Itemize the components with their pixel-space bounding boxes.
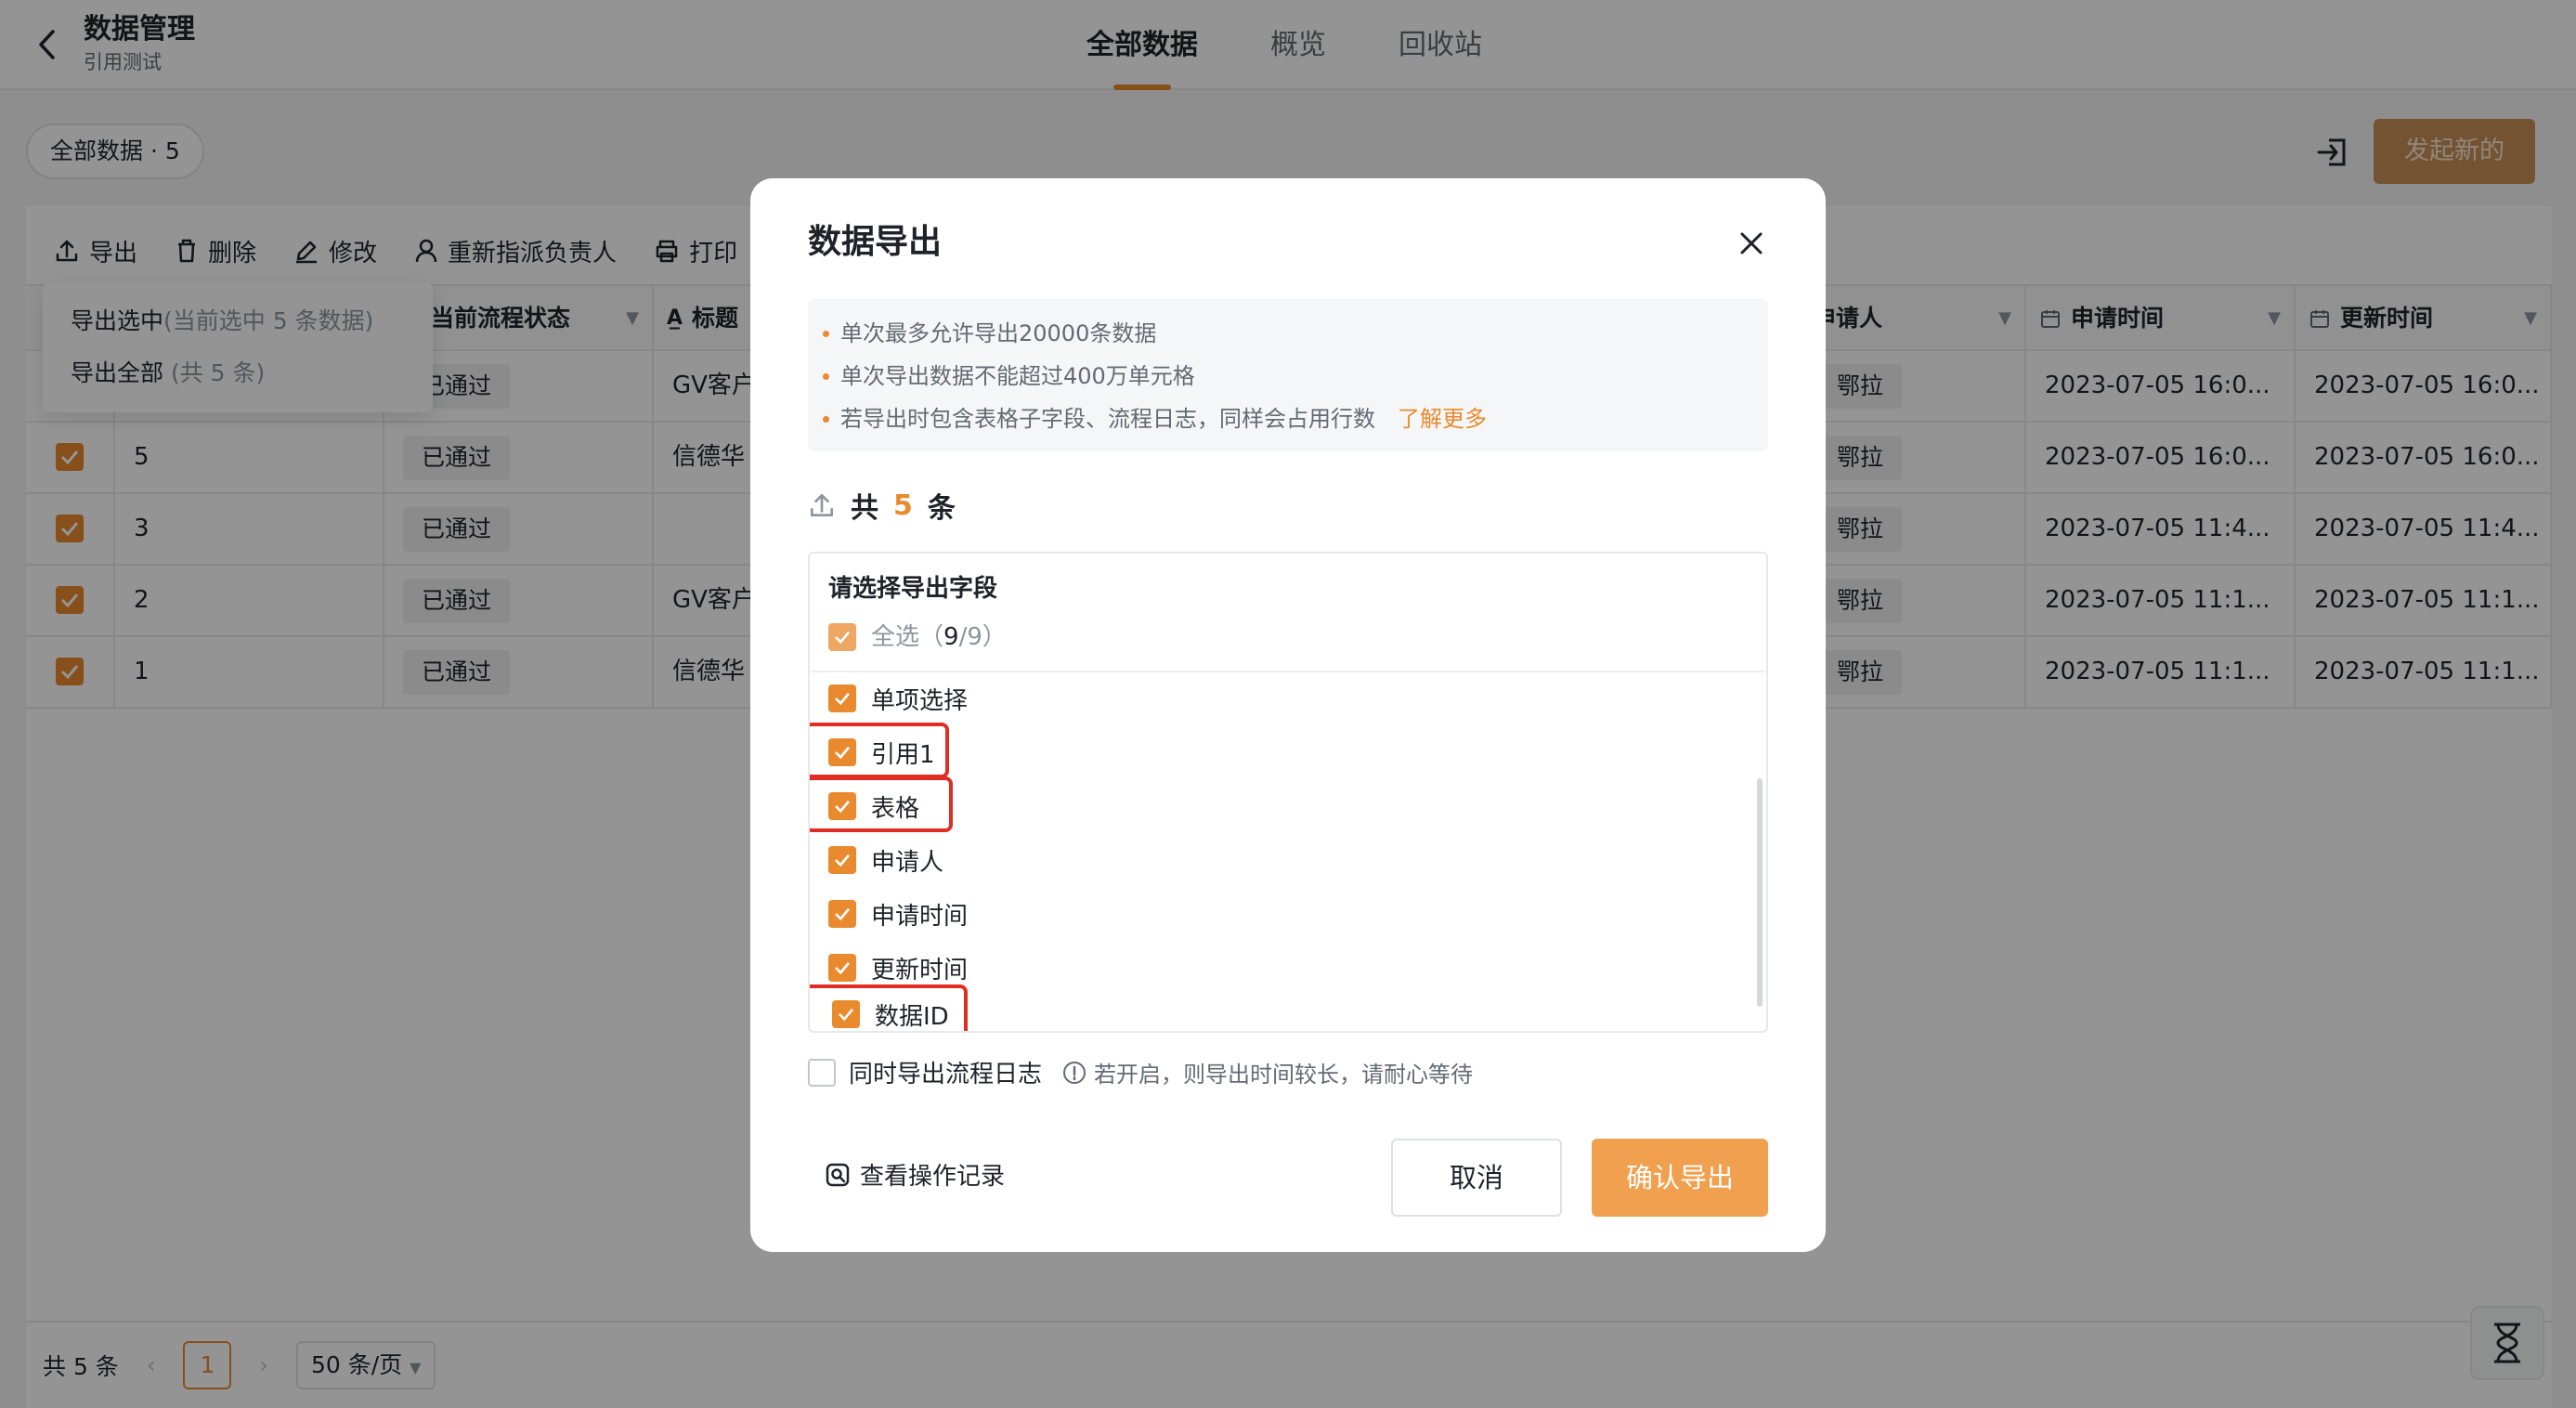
notice-line: 单次最多允许导出20000条数据 [823, 312, 1753, 355]
notice-text: 单次导出数据不能超过400万单元格 [840, 363, 1195, 389]
confirm-export-button[interactable]: 确认导出 [1592, 1139, 1768, 1217]
notice-line: 单次导出数据不能超过400万单元格 [823, 355, 1753, 398]
export-notice: 单次最多允许导出20000条数据 单次导出数据不能超过400万单元格 若导出时包… [808, 299, 1768, 451]
info-icon [1063, 1061, 1086, 1084]
highlight-box [810, 984, 968, 1031]
view-history-label: 查看操作记录 [860, 1163, 1006, 1191]
field-list[interactable]: 单项选择 引用1 表格 申请人 申请时间 更新时间 数据ID [810, 672, 1766, 1031]
select-all-checkbox[interactable]: 全选（9/9） [828, 619, 1007, 656]
field-item[interactable]: 更新时间 [828, 947, 968, 988]
field-checkbox[interactable] [828, 684, 856, 712]
close-button[interactable] [1735, 227, 1768, 260]
field-label: 申请时间 [871, 902, 969, 931]
export-log-label: 同时导出流程日志 [849, 1061, 1043, 1089]
highlight-box [810, 776, 953, 832]
bullet-dot [823, 330, 829, 337]
count-prefix: 共 [851, 492, 878, 525]
check-icon [835, 631, 851, 644]
export-log-checkbox[interactable] [808, 1058, 836, 1087]
count-suffix: 条 [927, 492, 956, 525]
field-item[interactable]: 申请人 [828, 840, 943, 880]
select-all-total: /9） [958, 623, 1007, 651]
field-section-title: 请选择导出字段 [828, 575, 998, 603]
notice-line: 若导出时包含表格子字段、流程日志，同样会占用行数 了解更多 [823, 398, 1753, 440]
export-dialog: 数据导出 单次最多允许导出20000条数据 单次导出数据不能超过400万单元格 … [750, 178, 1826, 1252]
bullet-dot [823, 372, 829, 380]
field-checkbox[interactable] [828, 846, 856, 874]
field-list-scrollbar[interactable] [1757, 778, 1763, 1007]
export-log-hint-text: 若开启，则导出时间较长，请耐心等待 [1094, 1062, 1474, 1088]
view-history-link[interactable]: 查看操作记录 [825, 1157, 1005, 1192]
learn-more-link[interactable]: 了解更多 [1398, 398, 1487, 440]
dialog-title: 数据导出 [808, 223, 943, 261]
bullet-dot [823, 415, 829, 423]
field-selector-header: 请选择导出字段 全选（9/9） [810, 554, 1766, 672]
check-icon [835, 854, 851, 867]
close-icon [1740, 232, 1763, 254]
export-log-option[interactable]: 同时导出流程日志 若开启，则导出时间较长，请耐心等待 [808, 1055, 1473, 1089]
export-log-hint: 若开启，则导出时间较长，请耐心等待 [1062, 1056, 1473, 1089]
field-item[interactable]: 单项选择 [828, 678, 968, 719]
upload-icon [810, 493, 834, 517]
highlight-box [810, 723, 949, 778]
select-all-label: 全选（ [871, 623, 944, 651]
field-label: 更新时间 [871, 956, 969, 984]
select-all-count: 9 [943, 623, 959, 651]
check-icon [835, 907, 851, 920]
search-record-icon [826, 1163, 850, 1186]
field-checkbox[interactable] [828, 900, 856, 928]
notice-text: 单次最多允许导出20000条数据 [840, 320, 1157, 346]
notice-text: 若导出时包含表格子字段、流程日志，同样会占用行数 [840, 406, 1375, 432]
export-count: 共 5 条 [808, 485, 956, 526]
field-item[interactable]: 申请时间 [828, 893, 968, 934]
export-field-selector: 请选择导出字段 全选（9/9） 单项选择 引用1 表格 申请人 申请时间 更新时… [808, 552, 1768, 1033]
count-value: 5 [893, 489, 913, 522]
select-all-box[interactable] [828, 623, 856, 651]
cancel-button[interactable]: 取消 [1391, 1139, 1562, 1217]
field-checkbox[interactable] [828, 954, 856, 982]
field-label: 单项选择 [871, 686, 969, 715]
field-label: 申请人 [871, 848, 944, 877]
check-icon [835, 692, 851, 705]
check-icon [835, 961, 851, 974]
